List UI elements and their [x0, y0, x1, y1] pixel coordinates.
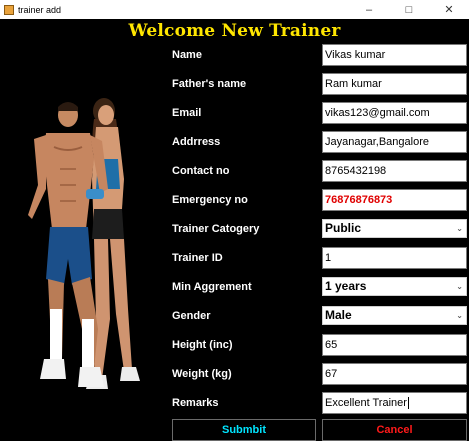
- email-field[interactable]: vikas123@gmail.com: [322, 102, 467, 124]
- agreement-label: Min Aggrement: [172, 281, 252, 293]
- trainer-id-label: Trainer ID: [172, 252, 223, 264]
- contact-field[interactable]: 8765432198: [322, 160, 467, 182]
- emergency-field[interactable]: 76876876873: [322, 189, 467, 211]
- category-label: Trainer Catogery: [172, 223, 260, 235]
- gender-label: Gender: [172, 310, 211, 322]
- window-title: trainer add: [18, 4, 62, 15]
- email-label: Email: [172, 107, 202, 119]
- remarks-label: Remarks: [172, 397, 219, 409]
- weight-field[interactable]: 67: [322, 363, 467, 385]
- emergency-label: Emergency no: [172, 194, 248, 206]
- trainer-photo: [28, 98, 140, 389]
- app-icon: [4, 4, 14, 15]
- name-field[interactable]: Vikas kumar: [322, 44, 467, 66]
- father-name-field[interactable]: Ram kumar: [322, 73, 467, 95]
- height-label: Height (inc): [172, 339, 233, 351]
- close-button[interactable]: ✕: [429, 0, 469, 19]
- contact-label: Contact no: [172, 165, 230, 177]
- minimize-button[interactable]: –: [349, 0, 389, 19]
- category-select[interactable]: Public ⌄: [322, 219, 467, 238]
- gender-select[interactable]: Male ⌄: [322, 306, 467, 325]
- remarks-field-value: Excellent Trainer: [325, 397, 407, 409]
- agreement-select-value: 1 years: [325, 279, 367, 293]
- address-field[interactable]: Jayanagar,Bangalore: [322, 131, 467, 153]
- maximize-button[interactable]: □: [389, 0, 429, 19]
- chevron-down-icon: ⌄: [456, 311, 463, 320]
- address-label: Addrress: [172, 136, 221, 148]
- agreement-select[interactable]: 1 years ⌄: [322, 277, 467, 296]
- height-field[interactable]: 65: [322, 334, 467, 356]
- form-panel: Welcome New Trainer Name Father's name E…: [0, 19, 469, 441]
- remarks-field[interactable]: Excellent Trainer: [322, 392, 467, 414]
- name-label: Name: [172, 49, 202, 61]
- chevron-down-icon: ⌄: [456, 282, 463, 291]
- trainer-id-field[interactable]: 1: [322, 247, 467, 269]
- page-title: Welcome New Trainer: [128, 21, 341, 41]
- category-select-value: Public: [325, 221, 362, 235]
- weight-label: Weight (kg): [172, 368, 232, 380]
- text-cursor: [407, 397, 409, 410]
- trainer-add-window: trainer add – □ ✕ Welcome New Trainer Na…: [0, 0, 469, 441]
- gender-select-value: Male: [325, 308, 352, 322]
- chevron-down-icon: ⌄: [456, 224, 463, 233]
- submit-button[interactable]: Submbit: [172, 419, 316, 441]
- title-bar: trainer add – □ ✕: [0, 0, 469, 19]
- father-name-label: Father's name: [172, 78, 247, 90]
- cancel-button[interactable]: Cancel: [322, 419, 467, 441]
